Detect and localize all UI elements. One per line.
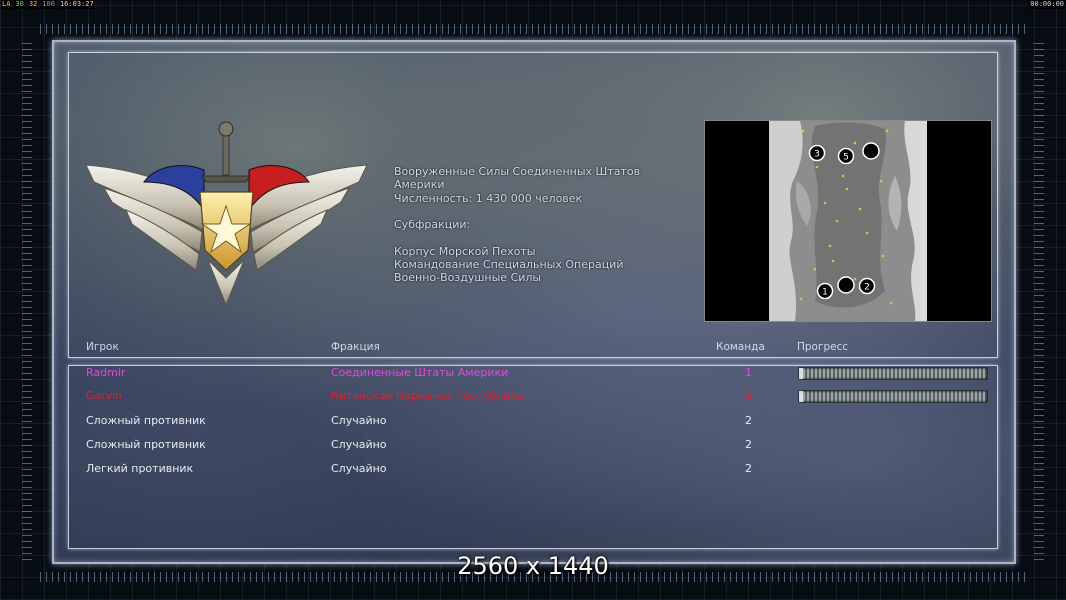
faction-name: Вооруженные Силы Соединенных Штатов Амер… — [394, 165, 641, 192]
start-position-label: 1 — [822, 288, 828, 298]
player-name: Garvin — [86, 389, 123, 402]
status-value-1: 30 — [14, 0, 25, 9]
player-name: Сложный противник — [86, 438, 206, 451]
start-position-empty — [837, 276, 855, 294]
status-tag: LA — [1, 0, 12, 9]
column-header-faction: Фракция — [331, 341, 380, 353]
faction-strength: Численность: 1 430 000 человек — [394, 191, 583, 205]
start-position-label: 2 — [864, 283, 870, 293]
ruler-top — [40, 24, 1026, 34]
status-value-3: 100 — [41, 0, 56, 9]
loading-progress-bar — [798, 390, 988, 403]
status-bar: LA 30 32 100 16:03:27 00:00:00 — [0, 0, 1066, 9]
ruler-right — [1034, 40, 1044, 560]
player-faction[interactable]: Соединенные Штаты Америки — [331, 366, 508, 379]
resolution-caption: 2560 x 1440 — [457, 552, 609, 580]
column-header-progress: Прогресс — [797, 341, 849, 353]
table-row[interactable]: Radmir Соединенные Штаты Америки 1 — [0, 366, 1066, 386]
player-name: Radmir — [86, 366, 126, 379]
player-team[interactable]: 1 — [745, 389, 752, 402]
subfaction-item: Военно-Воздушные Силы — [394, 271, 542, 285]
subfaction-item: Командование Специальных Операций — [394, 258, 624, 272]
progress-fill — [799, 368, 803, 379]
status-value-2: 32 — [27, 0, 39, 9]
faction-description: Вооруженные Силы Соединенных Штатов Амер… — [394, 165, 694, 285]
subfactions-label: Субфракции: — [394, 218, 471, 232]
column-header-player: Игрок — [86, 341, 119, 353]
player-faction[interactable]: Случайно — [331, 438, 387, 451]
map-preview[interactable]: 3 5 1 2 — [704, 120, 992, 322]
ruler-left — [22, 40, 32, 560]
start-position-empty — [862, 142, 880, 160]
table-row[interactable]: Garvin Китайская Народная Республика 1 — [0, 389, 1066, 409]
subfaction-item: Корпус Морской Пехоты — [394, 244, 536, 258]
player-team[interactable]: 2 — [745, 462, 752, 475]
player-faction[interactable]: Случайно — [331, 462, 387, 475]
faction-emblem-logo — [85, 121, 368, 307]
column-header-team: Команда — [716, 341, 765, 353]
player-name: Легкий противник — [86, 462, 194, 475]
player-faction[interactable]: Китайская Народная Республика — [331, 389, 524, 402]
start-position-label: 3 — [814, 150, 820, 160]
player-name: Сложный противник — [86, 414, 206, 427]
table-row[interactable]: Легкий противник Случайно 2 — [0, 462, 1066, 482]
start-position-label: 5 — [843, 153, 849, 163]
player-team[interactable]: 2 — [745, 438, 752, 451]
progress-fill — [799, 391, 803, 402]
table-row[interactable]: Сложный противник Случайно 2 — [0, 414, 1066, 434]
player-faction[interactable]: Случайно — [331, 414, 387, 427]
loading-progress-bar — [798, 367, 988, 380]
status-clock: 16:03:27 — [58, 0, 95, 9]
player-team[interactable]: 1 — [745, 366, 752, 379]
status-timer: 00:00:00 — [1029, 0, 1065, 9]
table-row[interactable]: Сложный противник Случайно 2 — [0, 438, 1066, 458]
player-team[interactable]: 2 — [745, 414, 752, 427]
